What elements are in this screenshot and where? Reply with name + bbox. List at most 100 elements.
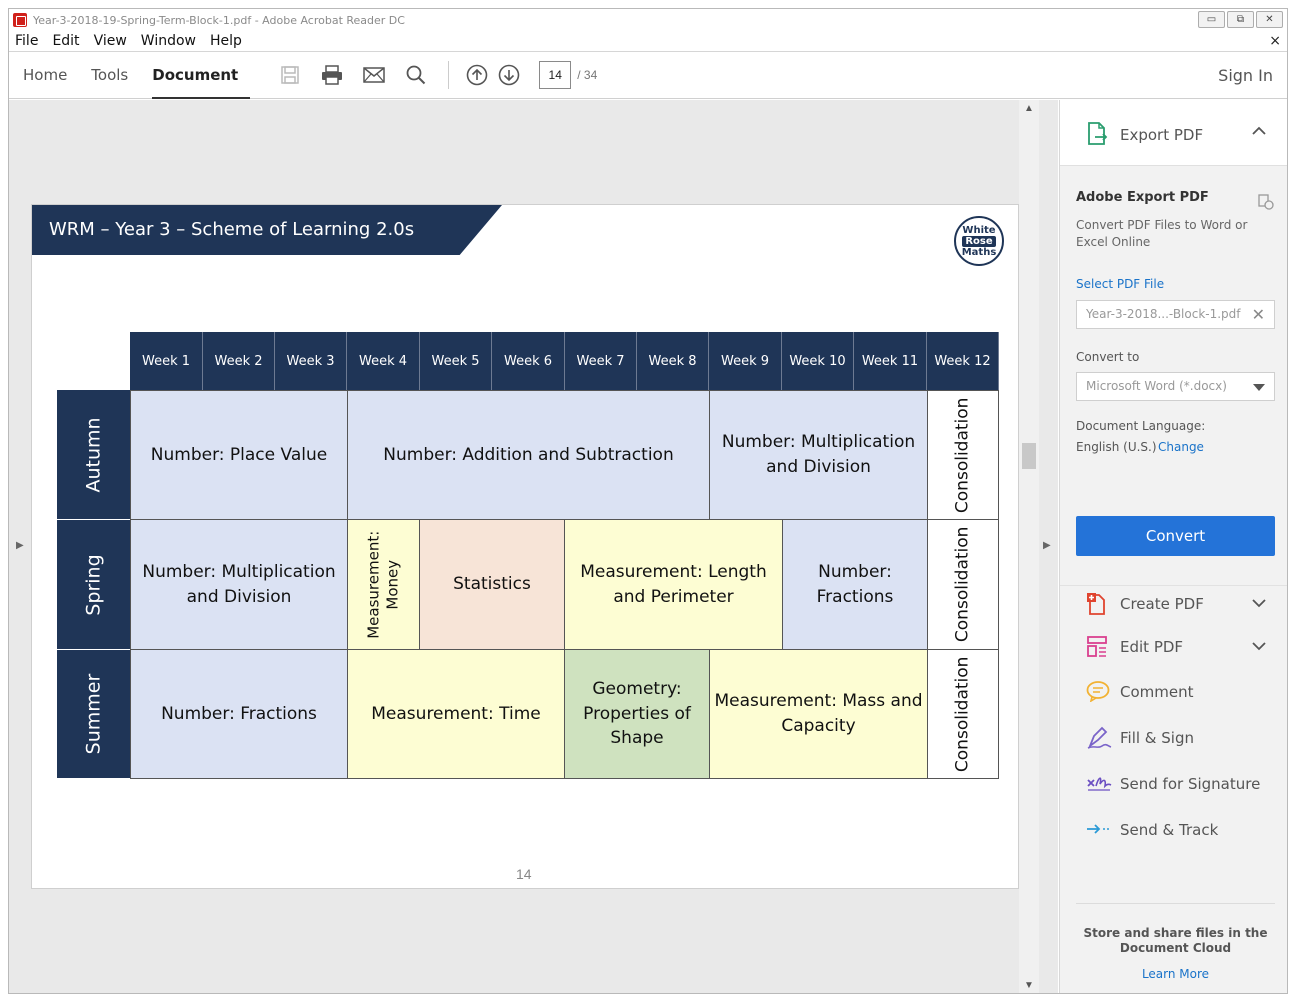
block-time: Measurement: Time: [347, 649, 565, 779]
learn-more-link[interactable]: Learn More: [1076, 967, 1275, 981]
send-signature-icon: [1086, 772, 1112, 797]
tool-comment[interactable]: Comment: [1060, 674, 1287, 710]
save-icon[interactable]: [276, 61, 304, 89]
week-header: Week 7: [565, 332, 637, 390]
acrobat-app-icon: [13, 13, 27, 27]
select-pdf-file-link[interactable]: Select PDF File: [1076, 277, 1164, 291]
tab-home[interactable]: Home: [11, 52, 79, 99]
close-document-button[interactable]: ×: [1269, 33, 1281, 49]
consolidation-label: Consolidation: [952, 656, 973, 772]
week-header: Week 6: [492, 332, 565, 390]
week-header: Week 5: [420, 332, 492, 390]
menu-file[interactable]: File: [15, 33, 38, 49]
chevron-down-icon[interactable]: [1252, 639, 1266, 654]
menu-view[interactable]: View: [94, 33, 127, 49]
block-money: Measurement: Money: [347, 519, 420, 650]
week-header: Week 1: [130, 332, 203, 390]
tool-edit-pdf[interactable]: Edit PDF: [1060, 629, 1287, 665]
chevron-up-icon[interactable]: [1252, 124, 1266, 139]
cloud-files-icon[interactable]: [1258, 194, 1274, 213]
selected-file-field[interactable]: Year-3-2018...-Block-1.pdf ✕: [1076, 300, 1275, 329]
edit-pdf-icon: [1086, 635, 1108, 662]
email-icon[interactable]: [360, 61, 388, 89]
export-pdf-label: Export PDF: [1120, 126, 1204, 144]
toolbar-separator: [448, 61, 450, 89]
document-scrollbar[interactable]: ▲ ▼: [1019, 100, 1039, 993]
print-icon[interactable]: [318, 61, 346, 89]
selected-file-name: Year-3-2018...-Block-1.pdf: [1086, 307, 1241, 321]
left-panel-expand-icon[interactable]: ▶: [16, 540, 24, 551]
white-rose-maths-logo: White Rose Maths: [954, 216, 1004, 266]
week-header: Week 10: [782, 332, 854, 390]
money-label: Measurement: Money: [365, 530, 403, 638]
export-pdf-header[interactable]: Export PDF: [1060, 100, 1287, 166]
consolidation-label: Consolidation: [952, 526, 973, 643]
block-statistics: Statistics: [419, 519, 565, 650]
tool-send-track[interactable]: Send & Track: [1060, 812, 1287, 848]
export-description: Convert PDF Files to Word or Excel Onlin…: [1076, 218, 1248, 249]
window-title: Year-3-2018-19-Spring-Term-Block-1.pdf -…: [33, 13, 405, 27]
comment-icon: [1086, 680, 1110, 705]
block-consolidation-spring: Consolidation: [927, 519, 999, 650]
window-controls: ▭ ⧉ ✕: [1198, 11, 1283, 28]
change-language-link[interactable]: Change: [1158, 440, 1204, 454]
tab-tools[interactable]: Tools: [79, 52, 140, 99]
convert-to-select[interactable]: Microsoft Word (*.docx): [1076, 372, 1275, 401]
document-cloud-promo: Store and share files in the Document Cl…: [1076, 903, 1275, 981]
main-toolbar: Home Tools Document 14 / 34 Sign In: [9, 52, 1287, 99]
block-consolidation-autumn: Consolidation: [927, 390, 999, 520]
dropdown-arrow-icon: [1253, 384, 1265, 391]
scrollbar-thumb[interactable]: [1022, 443, 1036, 469]
close-window-button[interactable]: ✕: [1256, 11, 1283, 28]
tool-fill-sign[interactable]: Fill & Sign: [1060, 720, 1287, 756]
consolidation-label: Consolidation: [952, 397, 973, 513]
block-addition-subtraction: Number: Addition and Subtraction: [347, 390, 710, 520]
tool-send-for-signature[interactable]: Send for Signature: [1060, 766, 1287, 802]
block-fractions-spring: Number: Fractions: [782, 519, 928, 650]
right-panel-collapse-icon[interactable]: ▶: [1043, 540, 1051, 551]
term-label: Spring: [82, 553, 105, 616]
block-multiplication-division: Number: Multiplication and Division: [709, 390, 928, 520]
tab-document[interactable]: Document: [140, 52, 251, 99]
tool-label: Fill & Sign: [1120, 729, 1194, 747]
menu-edit[interactable]: Edit: [52, 33, 79, 49]
restore-button[interactable]: ⧉: [1227, 11, 1254, 28]
menu-help[interactable]: Help: [210, 33, 242, 49]
scroll-up-icon[interactable]: ▲: [1024, 103, 1034, 114]
term-label: Autumn: [82, 416, 105, 493]
term-label: Summer: [82, 673, 105, 755]
week-header: Week 2: [203, 332, 275, 390]
money-line-1: Measurement:: [364, 530, 383, 639]
block-consolidation-summer: Consolidation: [927, 649, 999, 779]
sign-in-button[interactable]: Sign In: [1218, 52, 1273, 99]
tool-create-pdf[interactable]: Create PDF: [1060, 585, 1287, 621]
logo-word-3: Maths: [961, 246, 997, 258]
chevron-down-icon[interactable]: [1252, 596, 1266, 611]
week-header: Week 11: [854, 332, 927, 390]
convert-button[interactable]: Convert: [1076, 516, 1275, 556]
term-spring: Spring: [57, 520, 130, 650]
tool-label: Edit PDF: [1120, 638, 1184, 656]
menu-window[interactable]: Window: [141, 33, 196, 49]
minimize-button[interactable]: ▭: [1198, 11, 1225, 28]
money-line-2: Money: [383, 559, 402, 610]
banner-title: WRM – Year 3 – Scheme of Learning 2.0s: [49, 219, 415, 240]
clear-file-icon[interactable]: ✕: [1252, 301, 1265, 328]
block-multiplication-division-spring: Number: Multiplication and Division: [130, 519, 348, 650]
block-fractions-summer: Number: Fractions: [130, 649, 348, 779]
tool-label: Comment: [1120, 683, 1194, 701]
week-header: Week 9: [709, 332, 782, 390]
block-place-value: Number: Place Value: [130, 390, 348, 520]
convert-to-value: Microsoft Word (*.docx): [1086, 379, 1227, 393]
convert-to-label: Convert to: [1076, 350, 1140, 364]
week-header: Week 8: [637, 332, 709, 390]
term-autumn: Autumn: [57, 390, 130, 520]
tool-label: Send & Track: [1120, 821, 1219, 839]
scroll-down-icon[interactable]: ▼: [1024, 980, 1034, 991]
next-page-icon[interactable]: [495, 61, 523, 89]
search-icon[interactable]: [402, 61, 430, 89]
previous-page-icon[interactable]: [463, 61, 491, 89]
block-mass-capacity: Measurement: Mass and Capacity: [709, 649, 928, 779]
create-pdf-icon: [1086, 592, 1108, 619]
page-number-input[interactable]: 14: [539, 61, 572, 89]
